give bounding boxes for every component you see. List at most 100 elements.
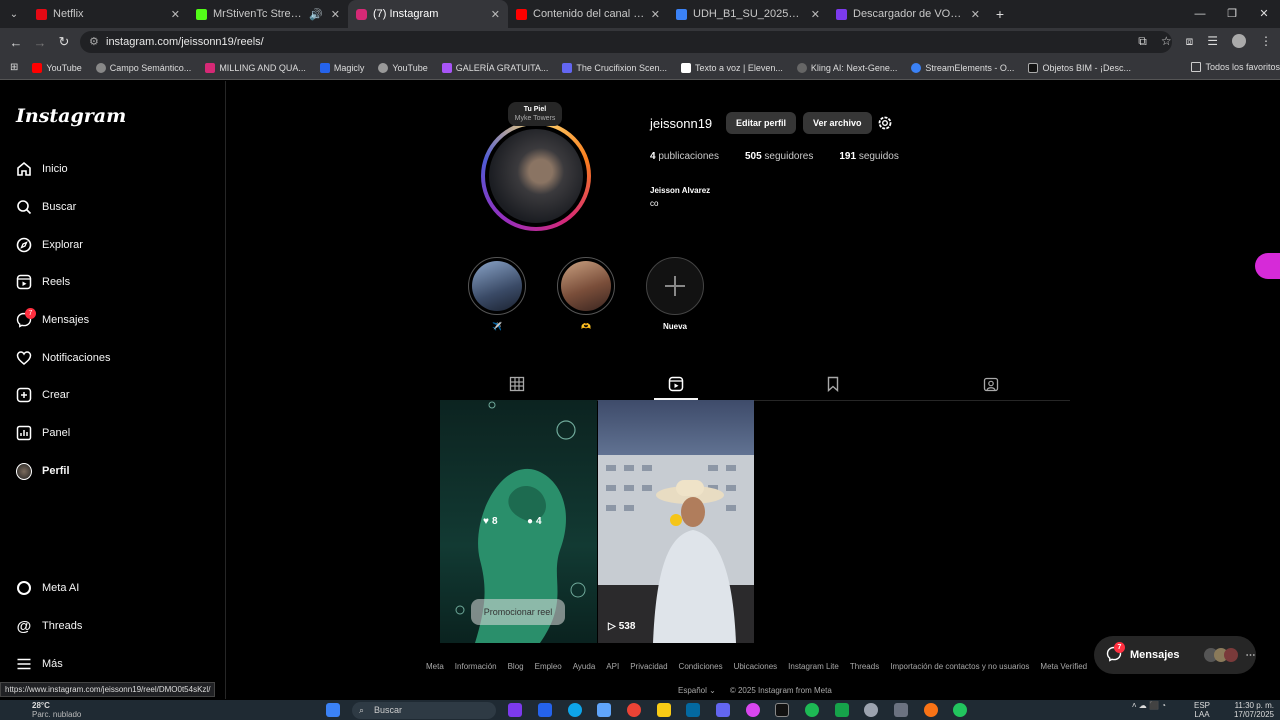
url-bar[interactable]: ⚙ instagram.com/jeissonn19/reels/ xyxy=(80,31,1172,53)
footer-link[interactable]: Importación de contactos y no usuarios xyxy=(890,662,1029,671)
app-icon[interactable] xyxy=(864,703,878,717)
speaker-icon[interactable]: 🔊 xyxy=(309,8,323,21)
nav-item-meta-ai[interactable]: Meta AI xyxy=(16,578,79,598)
profile-avatar[interactable] xyxy=(481,121,591,231)
new-tab-plus-icon[interactable]: + xyxy=(988,6,1012,22)
bookmark-item[interactable]: YouTube xyxy=(378,62,428,73)
view-archive-button[interactable]: Ver archivo xyxy=(803,112,872,134)
whatsapp-icon[interactable] xyxy=(953,703,967,717)
nav-item-explorar[interactable]: Explorar xyxy=(16,235,83,255)
browser-tab[interactable]: Contenido del canal - YouTube ✕ xyxy=(508,0,668,28)
profile-note[interactable]: Tu Piel Myke Towers xyxy=(508,102,562,126)
language-select[interactable]: Español ⌄ xyxy=(678,686,716,695)
tab-search-chevron-icon[interactable]: ⌄ xyxy=(0,9,28,20)
tray-icons[interactable]: ˄ ☁ ⬛ ◔ xyxy=(1132,701,1166,710)
instagram-logo[interactable]: Instagram xyxy=(16,105,126,127)
close-tab-icon[interactable]: ✕ xyxy=(811,8,820,21)
nav-item-mas[interactable]: Más xyxy=(16,654,63,674)
nav-item-threads[interactable]: @ Threads xyxy=(16,616,83,636)
footer-link[interactable]: Blog xyxy=(508,662,524,671)
install-app-icon[interactable]: ⧉ xyxy=(1138,34,1147,49)
system-tray[interactable]: ˄ ☁ ⬛ ◔ ESP LAA 11:30 p. m. 17/07/2025 xyxy=(1132,701,1274,719)
reload-icon[interactable]: ↻ xyxy=(52,34,76,50)
nav-item-panel[interactable]: Panel xyxy=(16,423,70,443)
nav-item-buscar[interactable]: Buscar xyxy=(16,197,76,217)
bookmark-item[interactable]: Campo Semántico... xyxy=(95,62,191,73)
footer-link[interactable]: Meta Verified xyxy=(1040,662,1087,671)
browser-tab[interactable]: Netflix ✕ xyxy=(28,0,188,28)
footer-link[interactable]: API xyxy=(606,662,619,671)
store-icon[interactable] xyxy=(597,703,611,717)
browser-tab-active[interactable]: (7) Instagram ✕ xyxy=(348,0,508,28)
highlight-1[interactable] xyxy=(468,257,526,315)
apps-grid-icon[interactable]: ⊞ xyxy=(10,62,18,73)
bookmark-item[interactable]: MILLING AND QUA... xyxy=(205,62,306,73)
teams-icon[interactable] xyxy=(716,703,730,717)
edit-profile-button[interactable]: Editar perfil xyxy=(726,112,797,134)
outlook-icon[interactable] xyxy=(686,703,700,717)
nav-item-notificaciones[interactable]: Notificaciones xyxy=(16,348,110,368)
back-arrow-icon[interactable]: ← xyxy=(4,35,28,50)
file-explorer-icon[interactable] xyxy=(657,703,671,717)
bookmarks-folder[interactable]: Todos los favoritos xyxy=(1191,62,1280,72)
browser-tab[interactable]: UDH_B1_SU_2025_705-00006_ ✕ xyxy=(668,0,828,28)
tab-posts-grid-icon[interactable] xyxy=(509,376,525,392)
nav-item-reels[interactable]: Reels xyxy=(16,272,70,292)
extensions-icon[interactable]: ⧈ xyxy=(1186,34,1194,49)
close-tab-icon[interactable]: ✕ xyxy=(491,8,500,21)
excel-icon[interactable] xyxy=(835,703,849,717)
footer-link[interactable]: Ubicaciones xyxy=(734,662,778,671)
browser-menu-icon[interactable]: ⋮ xyxy=(1260,34,1272,49)
nav-item-crear[interactable]: Crear xyxy=(16,385,70,405)
tab-reels-icon[interactable] xyxy=(668,376,684,392)
bookmark-item[interactable]: The Crucifixion Scen... xyxy=(562,62,667,73)
footer-link[interactable]: Threads xyxy=(850,662,879,671)
new-highlight-button[interactable] xyxy=(646,257,704,315)
footer-link[interactable]: Privacidad xyxy=(630,662,667,671)
close-tab-icon[interactable]: ✕ xyxy=(331,8,340,21)
bookmark-item[interactable]: StreamElements - O... xyxy=(911,62,1014,73)
settings-icon[interactable] xyxy=(894,703,908,717)
taskbar-search[interactable]: ⌕ Buscar xyxy=(352,702,496,719)
tab-saved-bookmark-icon[interactable] xyxy=(825,376,841,393)
browser-tab[interactable]: Descargador de VOD Kick - List ✕ xyxy=(828,0,988,28)
chrome-icon[interactable] xyxy=(627,703,641,717)
weather-widget[interactable]: 28°C Parc. nublado xyxy=(12,701,81,719)
footer-link[interactable]: Ayuda xyxy=(573,662,596,671)
bookmark-item[interactable]: Magicly xyxy=(319,62,364,73)
bookmark-item[interactable]: Objetos BIM - ¡Desc... xyxy=(1028,62,1131,73)
more-dots-icon[interactable]: ⋯ xyxy=(1246,650,1256,661)
nav-item-mensajes[interactable]: 7 Mensajes xyxy=(16,308,89,330)
bookmark-item[interactable]: YouTube xyxy=(32,62,82,73)
bookmark-star-icon[interactable]: ☆ xyxy=(1161,34,1172,49)
footer-link[interactable]: Información xyxy=(455,662,497,671)
copilot-icon[interactable] xyxy=(538,703,552,717)
close-tab-icon[interactable]: ✕ xyxy=(651,8,660,21)
footer-link[interactable]: Meta xyxy=(426,662,444,671)
close-window-icon[interactable]: ✕ xyxy=(1248,0,1280,28)
messenger-app-icon[interactable] xyxy=(746,703,760,717)
spotify-icon[interactable] xyxy=(805,703,819,717)
extension-floating-icon[interactable] xyxy=(1255,253,1280,279)
windows-start-icon[interactable] xyxy=(326,703,340,717)
footer-link[interactable]: Empleo xyxy=(535,662,562,671)
footer-link[interactable]: Instagram Lite xyxy=(788,662,839,671)
bookmark-item[interactable]: GALERÍA GRATUITA... xyxy=(441,62,548,73)
reading-list-icon[interactable]: ☰ xyxy=(1207,34,1218,49)
settings-gear-icon[interactable] xyxy=(877,115,893,136)
tab-tagged-icon[interactable] xyxy=(983,376,999,392)
close-tab-icon[interactable]: ✕ xyxy=(171,8,180,21)
minimize-icon[interactable]: — xyxy=(1184,0,1216,28)
site-settings-icon[interactable]: ⚙ xyxy=(89,35,99,48)
highlight-2[interactable] xyxy=(557,257,615,315)
promote-reel-button[interactable]: Promocionar reel xyxy=(471,599,565,625)
forward-arrow-icon[interactable]: → xyxy=(28,35,52,50)
reel-thumbnail-2[interactable]: ▷ 538 xyxy=(598,400,754,643)
nav-item-inicio[interactable]: Inicio xyxy=(16,159,68,179)
maximize-icon[interactable]: ❐ xyxy=(1216,0,1248,28)
close-tab-icon[interactable]: ✕ xyxy=(971,8,980,21)
following-stat[interactable]: 191 seguidos xyxy=(839,151,899,162)
chrome-active-icon[interactable] xyxy=(924,703,938,717)
edge-icon[interactable] xyxy=(568,703,582,717)
bookmark-item[interactable]: Texto a voz | Eleven... xyxy=(680,62,783,73)
